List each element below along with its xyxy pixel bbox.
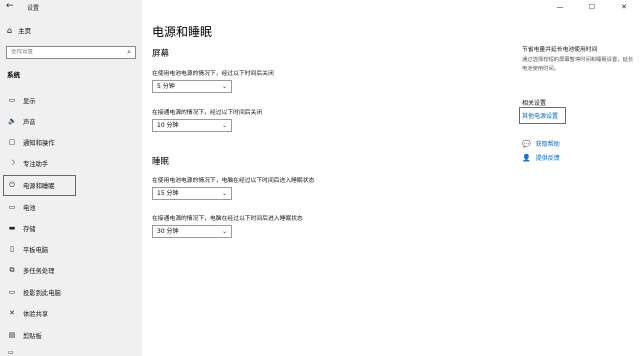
- chevron-down-icon: ⌄: [221, 122, 227, 129]
- chevron-down-icon: ⌄: [221, 190, 227, 197]
- screen-battery-label: 在使用电池电源的情况下，经过以下时间后关闭: [152, 71, 274, 77]
- display-icon: ▭: [8, 96, 16, 104]
- sidebar-item-label: 电池: [23, 204, 36, 212]
- sleep-heading: 睡眠: [152, 157, 170, 167]
- power-icon: ⏻: [9, 181, 15, 189]
- minimize-button[interactable]: —: [544, 0, 576, 14]
- sidebar-item-multitasking[interactable]: ⧉ 多任务处理: [0, 261, 142, 279]
- screen-battery-dropdown[interactable]: 5 分钟 ⌄: [152, 80, 232, 93]
- sidebar-item-label: 显示: [23, 97, 36, 105]
- sidebar-item-focus-assist[interactable]: ☽ 专注助手: [0, 154, 142, 172]
- sidebar-item-label: 体验共享: [23, 310, 49, 318]
- home-nav-item[interactable]: ⌂ 主页: [7, 25, 32, 36]
- sidebar-item-label: 专注助手: [23, 160, 49, 168]
- other-power-settings-link[interactable]: 其他电源设置: [522, 111, 558, 120]
- sidebar-item-label: 存储: [23, 225, 36, 233]
- chevron-down-icon: ⌄: [221, 228, 227, 235]
- sleep-plugged-dropdown[interactable]: 30 分钟 ⌄: [152, 225, 232, 238]
- get-help-link[interactable]: 💬 获取帮助: [522, 139, 560, 149]
- help-icon: 💬: [522, 139, 531, 148]
- focus-assist-icon: ☽: [8, 159, 16, 167]
- home-label: 主页: [18, 27, 32, 35]
- sidebar-item-display[interactable]: ▭ 显示: [0, 91, 142, 109]
- back-arrow-icon[interactable]: ←: [6, 1, 14, 11]
- sidebar-item-clipboard[interactable]: ▤ 剪贴板: [0, 326, 142, 344]
- page-title: 电源和睡眠: [152, 25, 213, 39]
- screen-plugged-dropdown[interactable]: 10 分钟 ⌄: [152, 119, 232, 132]
- sidebar-item-tablet[interactable]: ▯ 平板电脑: [0, 240, 142, 258]
- dropdown-value: 30 分钟: [157, 228, 179, 235]
- get-help-label: 获取帮助: [535, 141, 560, 148]
- sleep-plugged-label: 在接通电源的情况下，电脑在经过以下时间后进入睡眠状态: [152, 216, 303, 222]
- sidebar-item-label: 投影到此电脑: [23, 289, 61, 297]
- search-icon: ⌕: [127, 48, 131, 56]
- battery-icon: ▭: [8, 203, 16, 211]
- dropdown-value: 5 分钟: [157, 83, 175, 90]
- home-icon: ⌂: [7, 25, 13, 35]
- search-input[interactable]: [11, 49, 121, 55]
- sidebar-item-label: 多任务处理: [23, 267, 55, 275]
- section-label-system: 系统: [7, 71, 20, 79]
- tablet-icon: ▯: [10, 245, 14, 253]
- sidebar-item-partial: ▭: [8, 349, 14, 356]
- multitask-icon: ⧉: [9, 265, 15, 274]
- screen-heading: 屏幕: [152, 49, 170, 59]
- screen-plugged-label: 在接通电源的情况下，经过以下时间后关闭: [152, 110, 263, 116]
- search-box[interactable]: ⌕: [6, 46, 136, 59]
- related-settings-heading: 相关设置: [522, 100, 547, 107]
- maximize-button[interactable]: ☐: [576, 0, 608, 14]
- chevron-down-icon: ⌄: [221, 83, 227, 90]
- tip-title: 节省电量并延长电池使用时间: [522, 47, 598, 53]
- sidebar-item-label: 电源和睡眠: [23, 183, 55, 190]
- window-controls: — ☐ ✕: [544, 0, 640, 14]
- sidebar-item-notifications[interactable]: ▢ 通知和操作: [0, 133, 142, 151]
- sidebar-item-power-sleep[interactable]: ⏻ 电源和睡眠: [3, 175, 76, 196]
- clipboard-icon: ▤: [8, 331, 16, 339]
- dropdown-value: 15 分钟: [157, 190, 179, 197]
- sleep-battery-label: 在使用电池电源的情况下，电脑在经过以下时间后进入睡眠状态: [152, 178, 315, 184]
- sidebar-item-label: 通知和操作: [23, 139, 55, 147]
- title-bar: ← 设置 — ☐ ✕: [0, 0, 640, 14]
- sleep-battery-dropdown[interactable]: 15 分钟 ⌄: [152, 187, 232, 200]
- feedback-icon: 👤: [522, 153, 531, 162]
- sidebar-item-label: 声音: [23, 118, 36, 126]
- close-button[interactable]: ✕: [608, 0, 640, 14]
- window-title: 设置: [27, 5, 40, 12]
- notification-icon: ▢: [8, 138, 16, 146]
- sidebar-item-shared-experiences[interactable]: ✕ 体验共享: [0, 304, 142, 322]
- storage-icon: ▬: [8, 224, 16, 232]
- sidebar-item-sound[interactable]: 🔈 声音: [0, 112, 142, 130]
- tip-description: 通过选择较短的屏幕暂停时间和睡眠设置，延长电池使用时间。: [522, 57, 634, 72]
- sidebar-item-project[interactable]: ▭ 投影到此电脑: [0, 283, 142, 301]
- sidebar-item-label: 平板电脑: [23, 246, 49, 254]
- sidebar-item-storage[interactable]: ▬ 存储: [0, 219, 142, 237]
- sidebar-item-battery[interactable]: ▭ 电池: [0, 198, 142, 216]
- feedback-label: 提供反馈: [535, 155, 560, 162]
- dropdown-value: 10 分钟: [157, 122, 179, 129]
- share-icon: ✕: [9, 309, 15, 317]
- project-icon: ▭: [8, 288, 16, 296]
- feedback-link[interactable]: 👤 提供反馈: [522, 153, 560, 163]
- sound-icon: 🔈: [8, 117, 17, 125]
- sidebar-item-label: 剪贴板: [23, 332, 42, 340]
